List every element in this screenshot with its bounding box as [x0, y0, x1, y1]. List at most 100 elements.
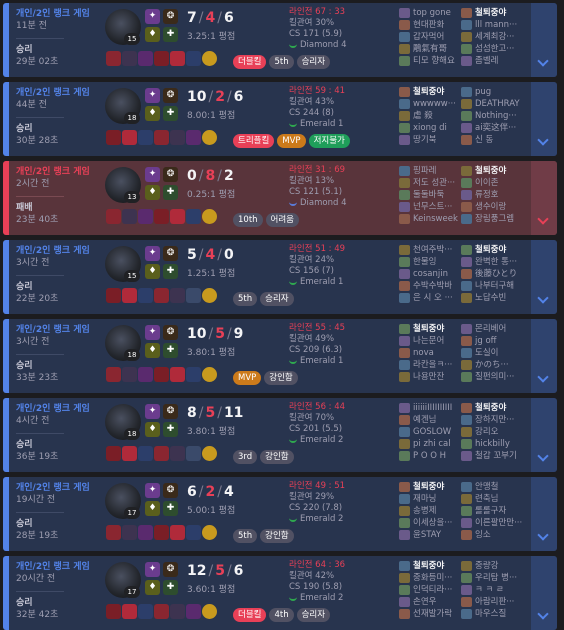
item-icon[interactable] [154, 446, 169, 461]
player-entry[interactable]: 련축님 [461, 493, 525, 505]
item-icon[interactable] [170, 367, 185, 382]
item-icon[interactable] [106, 604, 121, 619]
match-card[interactable]: 개인/2인 랭크 게임 3시간 전 승리 33분 23초 18 ✦ ❂ ♦ ✚ … [3, 319, 557, 393]
player-entry[interactable]: 완벽한 통··· [461, 256, 525, 268]
rune-icon[interactable]: ✚ [163, 27, 178, 42]
summoner-spell-icon[interactable]: ♦ [145, 185, 160, 200]
item-icon[interactable] [122, 446, 137, 461]
item-icon[interactable] [138, 367, 153, 382]
item-icon[interactable] [186, 604, 201, 619]
player-entry[interactable]: 장림풍그렘 [461, 213, 525, 225]
player-entry[interactable]: 나는문어 [399, 335, 463, 347]
item-icon[interactable] [122, 288, 137, 303]
player-entry[interactable]: pug [461, 86, 525, 98]
rune-icon[interactable]: ❂ [163, 9, 178, 24]
player-entry[interactable]: 나용만잔 [399, 371, 463, 383]
rune-icon[interactable]: ✚ [163, 422, 178, 437]
player-entry[interactable]: nova [399, 347, 463, 359]
item-icon[interactable] [138, 525, 153, 540]
rune-icon[interactable]: ❂ [163, 167, 178, 182]
match-card[interactable]: 개인/2인 랭크 게임 11분 전 승리 29분 02초 15 ✦ ❂ ♦ ✚ … [3, 3, 557, 77]
item-icon[interactable] [122, 525, 137, 540]
player-entry[interactable]: 마우스질 [461, 608, 525, 620]
player-entry[interactable]: 중화등미··· [399, 572, 463, 584]
player-entry[interactable]: P O O H [399, 450, 463, 462]
item-icon[interactable] [106, 367, 121, 382]
item-icon[interactable] [106, 446, 121, 461]
player-entry[interactable]: 티모 향해요 [399, 55, 463, 67]
summoner-spell-icon[interactable]: ✦ [145, 167, 160, 182]
summoner-spell-icon[interactable]: ✦ [145, 562, 160, 577]
item-icon[interactable] [122, 209, 137, 224]
summoner-spell-icon[interactable]: ✦ [145, 9, 160, 24]
player-entry[interactable]: DEATHRAY [461, 98, 525, 110]
item-icon[interactable] [186, 525, 201, 540]
player-entry[interactable]: 땅기북 [399, 134, 463, 146]
rune-icon[interactable]: ❂ [163, 325, 178, 340]
player-entry[interactable]: 질펀의미··· [461, 371, 525, 383]
expand-button[interactable] [531, 82, 557, 156]
player-entry[interactable]: 좀벨레 [461, 55, 525, 67]
item-icon[interactable] [170, 130, 185, 145]
summoner-spell-icon[interactable]: ♦ [145, 264, 160, 279]
player-entry[interactable]: Keinsweek [399, 213, 463, 225]
item-icon[interactable] [202, 367, 217, 382]
player-entry[interactable]: 잉소 [461, 529, 525, 541]
player-entry[interactable]: 나부터구해 [461, 280, 525, 292]
player-entry[interactable]: 철퇴중야 [461, 244, 525, 256]
player-entry[interactable]: 철퇴중야 [399, 560, 463, 572]
item-icon[interactable] [154, 525, 169, 540]
item-icon[interactable] [122, 130, 137, 145]
player-entry[interactable]: 철퇴중야 [461, 402, 525, 414]
item-icon[interactable] [170, 446, 185, 461]
item-icon[interactable] [138, 604, 153, 619]
player-entry[interactable]: 라칸을ㅋ··· [399, 359, 463, 371]
summoner-spell-icon[interactable]: ♦ [145, 580, 160, 595]
item-icon[interactable] [170, 525, 185, 540]
player-entry[interactable]: 롤롤구자 [461, 505, 525, 517]
player-entry[interactable]: 鵰氣有哥 [399, 43, 463, 55]
rune-icon[interactable]: ✚ [163, 185, 178, 200]
player-entry[interactable]: 갑자먹어 [399, 31, 463, 43]
rune-icon[interactable]: ✚ [163, 580, 178, 595]
player-entry[interactable]: 재마닝 [399, 493, 463, 505]
summoner-spell-icon[interactable]: ✦ [145, 88, 160, 103]
expand-button[interactable] [531, 161, 557, 235]
empty-item-slot[interactable] [186, 446, 201, 461]
player-entry[interactable]: 신 동 [461, 134, 525, 146]
rune-icon[interactable]: ❂ [163, 483, 178, 498]
match-card[interactable]: 개인/2인 랭크 게임 3시간 전 승리 22분 20초 15 ✦ ❂ ♦ ✚ … [3, 240, 557, 314]
player-entry[interactable]: 철퇴중야 [399, 86, 463, 98]
rune-icon[interactable]: ✚ [163, 264, 178, 279]
item-icon[interactable] [138, 288, 153, 303]
item-icon[interactable] [122, 604, 137, 619]
rune-icon[interactable]: ✚ [163, 106, 178, 121]
player-entry[interactable]: 천여주박··· [399, 244, 463, 256]
player-entry[interactable]: 현대판화 [399, 19, 463, 31]
player-entry[interactable]: 노답수빈 [461, 292, 525, 304]
item-icon[interactable] [202, 288, 217, 303]
player-entry[interactable]: jg off [461, 335, 525, 347]
player-entry[interactable]: Nothing··· [461, 110, 525, 122]
summoner-spell-icon[interactable]: ♦ [145, 106, 160, 121]
player-entry[interactable]: 윤STAY [399, 529, 463, 541]
player-entry[interactable]: 핑파레 [399, 165, 463, 177]
item-icon[interactable] [170, 51, 185, 66]
player-entry[interactable]: かのち··· [461, 359, 525, 371]
player-entry[interactable]: 도실이 [461, 347, 525, 359]
player-entry[interactable]: 장하지만··· [461, 414, 525, 426]
rune-icon[interactable]: ❂ [163, 88, 178, 103]
player-entry[interactable]: 이른팔만만··· [461, 517, 525, 529]
player-entry[interactable]: 철갑 꼬부기 [461, 450, 525, 462]
summoner-spell-icon[interactable]: ✦ [145, 246, 160, 261]
item-icon[interactable] [154, 209, 169, 224]
item-icon[interactable] [170, 209, 185, 224]
player-entry[interactable]: 철퇴중야 [461, 7, 525, 19]
expand-button[interactable] [531, 556, 557, 630]
summoner-spell-icon[interactable]: ✦ [145, 325, 160, 340]
player-entry[interactable]: 철퇴중야 [461, 165, 525, 177]
item-icon[interactable] [154, 288, 169, 303]
rune-icon[interactable]: ❂ [163, 562, 178, 577]
rune-icon[interactable]: ✚ [163, 501, 178, 516]
empty-item-slot[interactable] [186, 288, 201, 303]
